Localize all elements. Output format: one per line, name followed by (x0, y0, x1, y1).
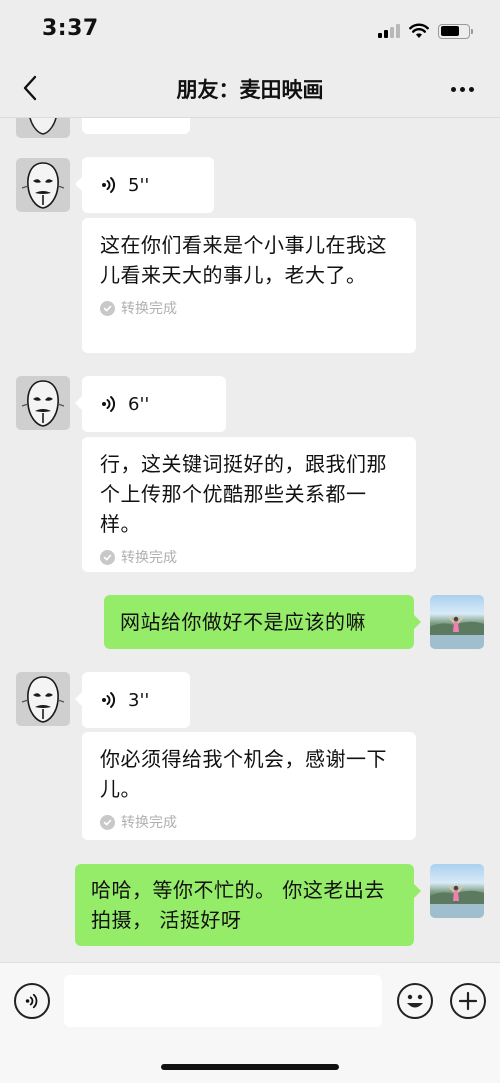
voice-message-bubble[interactable]: 6'' (75, 376, 226, 432)
emoji-button[interactable] (397, 983, 433, 1019)
signal-icon (378, 24, 400, 38)
voice-wave-icon (102, 177, 116, 193)
voice-transcript-box[interactable]: 这在你们看来是个小事儿在我这儿看来天大的事儿，老大了。 转换完成 (82, 218, 416, 353)
contact-avatar[interactable] (16, 118, 70, 138)
voice-wave-icon (102, 692, 116, 708)
transcript-text: 行，这关键词挺好的，跟我们那个上传那个优酷那些关系都一样。 (100, 452, 387, 536)
chat-title: 朋友：麦田映画 (176, 78, 324, 102)
status-time: 3:37 (42, 16, 99, 41)
transcript-status: 转换完成 (100, 547, 398, 567)
status-bar: 3:37 (0, 0, 500, 60)
plus-icon (458, 991, 478, 1011)
emoji-icon (407, 994, 423, 1008)
status-icons (378, 20, 473, 42)
voice-message-bubble[interactable]: 5'' (75, 157, 214, 213)
check-icon (100, 814, 115, 830)
voice-duration: 3'' (128, 689, 150, 711)
voice-duration: 6'' (128, 393, 150, 415)
message-input[interactable] (64, 975, 382, 1027)
voice-message-bubble[interactable]: 3'' (75, 672, 190, 728)
transcript-status: 转换完成 (100, 298, 398, 318)
contact-avatar[interactable] (16, 376, 70, 430)
voice-transcript-box[interactable]: 你必须得给我个机会，感谢一下儿。 转换完成 (82, 732, 416, 840)
outgoing-message-text: 网站给你做好不是应该的嘛 (120, 610, 366, 634)
voice-transcript-box[interactable]: 行，这关键词挺好的，跟我们那个上传那个优酷那些关系都一样。 转换完成 (82, 437, 416, 572)
battery-icon (438, 23, 473, 39)
outgoing-message-bubble[interactable]: 网站给你做好不是应该的嘛 (104, 595, 421, 649)
message-bubble-partial (82, 118, 190, 134)
transcript-text: 你必须得给我个机会，感谢一下儿。 (100, 747, 387, 801)
voice-duration: 5'' (128, 174, 150, 196)
home-indicator (161, 1064, 339, 1070)
outgoing-message-text: 哈哈，等你不忙的。 你这老出去拍摄， 活挺好呀 (91, 878, 385, 932)
transcript-status: 转换完成 (100, 812, 398, 832)
outgoing-message-bubble[interactable]: 哈哈，等你不忙的。 你这老出去拍摄， 活挺好呀 (75, 864, 421, 946)
chat-area[interactable]: 5'' 这在你们看来是个小事儿在我这儿看来天大的事儿，老大了。 转换完成 6'' (0, 118, 500, 962)
transcript-text: 这在你们看来是个小事儿在我这儿看来天大的事儿，老大了。 (100, 233, 387, 287)
more-icon (450, 86, 456, 92)
transcript-status-label: 转换完成 (121, 550, 177, 566)
plus-button[interactable] (450, 983, 486, 1019)
check-icon (100, 300, 115, 316)
wifi-icon (409, 23, 429, 38)
transcript-status-label: 转换完成 (121, 301, 177, 317)
more-button[interactable] (444, 74, 480, 104)
transcript-status-label: 转换完成 (121, 815, 177, 831)
my-avatar[interactable] (430, 595, 484, 649)
voice-input-icon (25, 993, 38, 1009)
voice-input-button[interactable] (14, 983, 50, 1019)
check-icon (100, 549, 115, 565)
contact-avatar[interactable] (16, 158, 70, 212)
voice-wave-icon (102, 396, 116, 412)
nav-bar: 朋友：麦田映画 (0, 60, 500, 118)
my-avatar[interactable] (430, 864, 484, 918)
contact-avatar[interactable] (16, 672, 70, 726)
